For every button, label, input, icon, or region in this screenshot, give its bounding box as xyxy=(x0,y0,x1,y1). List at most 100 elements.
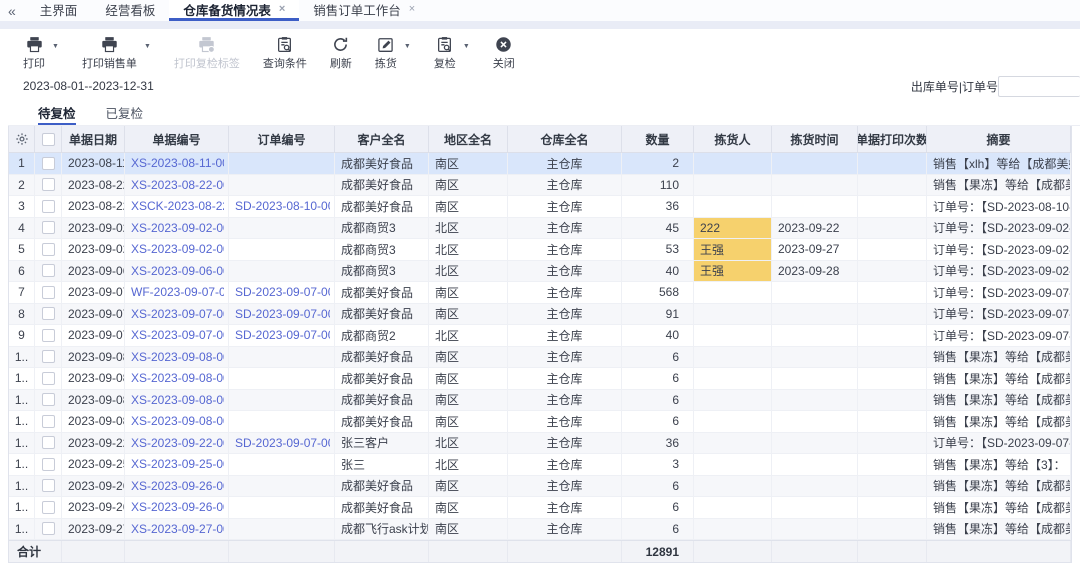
close-circle-icon xyxy=(495,36,512,53)
关闭-button[interactable]: 关闭 xyxy=(493,36,515,71)
collapse-tabs-icon[interactable]: « xyxy=(8,3,16,19)
col-header-order-no[interactable]: 订单编号 xyxy=(229,126,335,152)
doc-no-link[interactable]: XS-2023-08-11-00013 xyxy=(131,156,224,170)
doc-no-link[interactable]: XSCK-2023-08-22-00001 xyxy=(131,199,224,213)
select-all-checkbox[interactable] xyxy=(41,132,55,146)
row-checkbox[interactable] xyxy=(41,285,55,299)
doc-no-link[interactable]: XS-2023-09-02-00017 xyxy=(131,242,224,256)
table-row[interactable]: 8 2023-09-07 XS-2023-09-07-00022 SD-2023-09… xyxy=(9,303,1071,325)
doc-no-link[interactable]: XS-2023-08-22-00014 xyxy=(131,178,224,192)
order-no-link[interactable]: SD-2023-09-07-00017 xyxy=(235,307,330,321)
table-row[interactable]: 1.. 2023-09-25 XS-2023-09-25-00031 张三北区主仓库3… xyxy=(9,454,1071,476)
table-row[interactable]: 1.. 2023-09-22 XS-2023-09-22-00030 SD-2023-… xyxy=(9,432,1071,454)
tab-主界面[interactable]: 主界面 xyxy=(26,0,92,21)
col-header-customer[interactable]: 客户全名 xyxy=(335,126,429,152)
table-row[interactable]: 1.. 2023-09-08 XS-2023-09-08-00025 成都美好食品南区… xyxy=(9,368,1071,390)
tab-经营看板[interactable]: 经营看板 xyxy=(91,0,169,21)
doc-no-link[interactable]: XS-2023-09-22-00030 xyxy=(131,436,224,450)
row-checkbox[interactable] xyxy=(41,457,55,471)
row-checkbox[interactable] xyxy=(41,414,55,428)
tab-done-recheck[interactable]: 已复检 xyxy=(106,103,144,125)
row-checkbox[interactable] xyxy=(41,350,55,364)
cell-doc-no: XS-2023-09-25-00031 xyxy=(125,454,229,475)
cell-order-no xyxy=(229,346,335,367)
order-no-link[interactable]: SD-2023-09-07-00014 xyxy=(235,328,330,342)
col-header-picker[interactable]: 拣货人 xyxy=(694,126,772,152)
doc-no-link[interactable]: XS-2023-09-07-00022 xyxy=(131,307,224,321)
chevron-down-icon[interactable]: ▼ xyxy=(463,43,470,50)
col-header-date[interactable]: 单据日期 xyxy=(62,126,125,152)
doc-no-link[interactable]: WF-2023-09-07-00003 xyxy=(131,285,224,299)
table-row[interactable]: 6 2023-09-06 XS-2023-09-06-00018 成都商贸3北区主仓库… xyxy=(9,260,1071,282)
chevron-down-icon[interactable]: ▼ xyxy=(404,43,411,50)
doc-no-link[interactable]: XS-2023-09-08-00027 xyxy=(131,414,224,428)
tab-销售订单工作台[interactable]: 销售订单工作台 × xyxy=(299,0,429,21)
table-row[interactable]: 2 2023-08-22 XS-2023-08-22-00014 成都美好食品南区主仓… xyxy=(9,174,1071,196)
order-no-link[interactable]: SD-2023-08-10-00002 xyxy=(235,199,330,213)
tab-close-icon[interactable]: × xyxy=(409,3,415,15)
doc-no-link[interactable]: XS-2023-09-25-00031 xyxy=(131,457,224,471)
tab-pending-recheck[interactable]: 待复检 xyxy=(38,103,76,125)
col-header-region[interactable]: 地区全名 xyxy=(429,126,508,152)
doc-no-link[interactable]: XS-2023-09-08-00024 xyxy=(131,350,224,364)
doc-no-link[interactable]: XS-2023-09-27-00034 xyxy=(131,522,224,536)
cell-warehouse: 主仓库 xyxy=(508,174,622,195)
table-row[interactable]: 7 2023-09-07 WF-2023-09-07-00003 SD-2023-09… xyxy=(9,282,1071,304)
toolbar-button-label: 打印销售单 xyxy=(81,58,137,70)
doc-no-link[interactable]: XS-2023-09-06-00018 xyxy=(131,264,224,278)
row-checkbox[interactable] xyxy=(41,178,55,192)
table-row[interactable]: 9 2023-09-07 XS-2023-09-07-00023 SD-2023-09… xyxy=(9,325,1071,347)
row-checkbox[interactable] xyxy=(41,436,55,450)
table-row[interactable]: 5 2023-09-02 XS-2023-09-02-00017 成都商贸3北区主仓库… xyxy=(9,239,1071,261)
row-checkbox[interactable] xyxy=(41,371,55,385)
col-header-doc-no[interactable]: 单据编号 xyxy=(125,126,229,152)
chevron-down-icon[interactable]: ▼ xyxy=(144,43,151,50)
复检-button[interactable]: 复检 xyxy=(434,36,456,71)
row-checkbox[interactable] xyxy=(41,221,55,235)
刷新-button[interactable]: 刷新 xyxy=(330,36,352,71)
row-checkbox[interactable] xyxy=(41,522,55,536)
table-row[interactable]: 1.. 2023-09-08 XS-2023-09-08-00024 成都美好食品南区… xyxy=(9,346,1071,368)
doc-no-link[interactable]: XS-2023-09-26-00033 xyxy=(131,500,224,514)
table-row[interactable]: 1.. 2023-09-27 XS-2023-09-27-00034 成都飞行ask计… xyxy=(9,518,1071,540)
doc-no-link[interactable]: XS-2023-09-26-00032 xyxy=(131,479,224,493)
column-settings-button[interactable] xyxy=(9,126,35,152)
row-checkbox[interactable] xyxy=(41,479,55,493)
拣货-button[interactable]: 拣货 xyxy=(375,36,397,71)
打印销售单-button[interactable]: 打印销售单 xyxy=(82,36,137,71)
查询条件-button[interactable]: 查询条件 xyxy=(263,36,307,71)
chevron-down-icon[interactable]: ▼ xyxy=(52,43,59,50)
col-header-summary[interactable]: 摘要 xyxy=(927,126,1071,152)
col-header-warehouse[interactable]: 仓库全名 xyxy=(508,126,622,152)
row-checkbox[interactable] xyxy=(41,328,55,342)
order-no-link[interactable]: SD-2023-09-07-00009 xyxy=(235,285,330,299)
row-checkbox[interactable] xyxy=(41,393,55,407)
col-header-pick-time[interactable]: 拣货时间 xyxy=(772,126,858,152)
cell-order-no xyxy=(229,475,335,496)
order-no-link[interactable]: SD-2023-09-07-00005 xyxy=(235,436,330,450)
table-row[interactable]: 4 2023-09-02 XS-2023-09-02-00016 成都商贸3北区主仓库… xyxy=(9,217,1071,239)
doc-no-link[interactable]: XS-2023-09-08-00025 xyxy=(131,371,224,385)
row-checkbox[interactable] xyxy=(41,307,55,321)
col-header-print-count[interactable]: 单据打印次数 xyxy=(858,126,927,152)
doc-no-link[interactable]: XS-2023-09-02-00016 xyxy=(131,221,224,235)
tab-close-icon[interactable]: × xyxy=(279,3,285,15)
order-no-input[interactable] xyxy=(998,75,1080,97)
table-row[interactable]: 1 2023-08-11 XS-2023-08-11-00013 成都美好食品南区主仓… xyxy=(9,153,1071,175)
table-row[interactable]: 1.. 2023-09-26 XS-2023-09-26-00032 成都美好食品南区… xyxy=(9,475,1071,497)
tab-仓库备货情况表[interactable]: 仓库备货情况表 × xyxy=(169,0,300,21)
row-checkbox[interactable] xyxy=(41,500,55,514)
row-checkbox[interactable] xyxy=(41,156,55,170)
table-row[interactable]: 3 2023-08-22 XSCK-2023-08-22-00001 SD-2023-… xyxy=(9,196,1071,218)
cell-order-no xyxy=(229,153,335,174)
row-checkbox[interactable] xyxy=(41,242,55,256)
table-row[interactable]: 1.. 2023-09-08 XS-2023-09-08-00027 成都美好食品南区… xyxy=(9,411,1071,433)
doc-no-link[interactable]: XS-2023-09-07-00023 xyxy=(131,328,224,342)
row-checkbox[interactable] xyxy=(41,264,55,278)
打印-button[interactable]: 打印 xyxy=(23,36,45,71)
table-row[interactable]: 1.. 2023-09-08 XS-2023-09-08-00026 成都美好食品南区… xyxy=(9,389,1071,411)
col-header-qty[interactable]: 数量 xyxy=(622,126,694,152)
doc-no-link[interactable]: XS-2023-09-08-00026 xyxy=(131,393,224,407)
row-checkbox[interactable] xyxy=(41,199,55,213)
table-row[interactable]: 1.. 2023-09-26 XS-2023-09-26-00033 成都美好食品南区… xyxy=(9,497,1071,519)
